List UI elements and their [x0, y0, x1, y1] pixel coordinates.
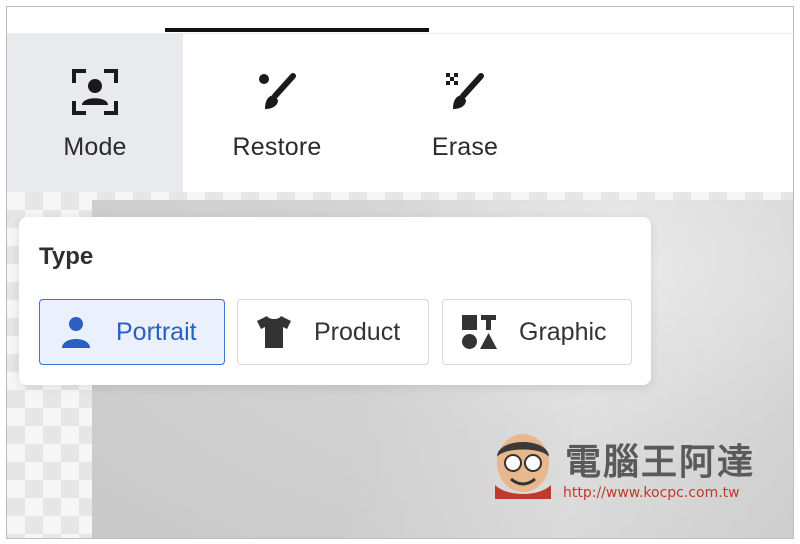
active-tab-indicator — [165, 28, 429, 32]
type-option-label: Graphic — [519, 317, 607, 346]
eraser-brush-icon — [439, 66, 491, 118]
type-option-portrait[interactable]: Portrait — [39, 299, 225, 365]
type-option-label: Product — [314, 317, 401, 346]
type-option-product[interactable]: Product — [237, 299, 429, 365]
type-option-label: Portrait — [116, 317, 197, 346]
watermark-url: http://www.kocpc.com.tw — [563, 485, 740, 501]
tshirt-icon — [252, 314, 296, 350]
app-frame: Mode Restore Erase Type Portrait Product… — [6, 6, 794, 539]
mode-tool-label: Mode — [63, 133, 127, 161]
mode-tool-button[interactable]: Mode — [7, 34, 183, 192]
brush-icon — [251, 66, 303, 118]
shapes-icon — [457, 313, 501, 351]
restore-tool-button[interactable]: Restore — [183, 34, 371, 192]
type-panel-title: Type — [39, 243, 94, 270]
site-watermark: 電腦王阿達 http://www.kocpc.com.tw — [487, 427, 757, 507]
tool-toolbar: Mode Restore Erase — [7, 34, 793, 192]
type-option-graphic[interactable]: Graphic — [442, 299, 632, 365]
person-icon — [54, 315, 98, 349]
restore-tool-label: Restore — [232, 133, 322, 161]
mascot-logo-icon — [495, 434, 551, 499]
erase-tool-label: Erase — [431, 133, 499, 161]
portrait-focus-icon — [69, 66, 121, 118]
type-panel: Type Portrait Product Graphic — [19, 217, 651, 385]
watermark-title: 電腦王阿達 — [565, 442, 756, 483]
erase-tool-button[interactable]: Erase — [371, 34, 559, 192]
